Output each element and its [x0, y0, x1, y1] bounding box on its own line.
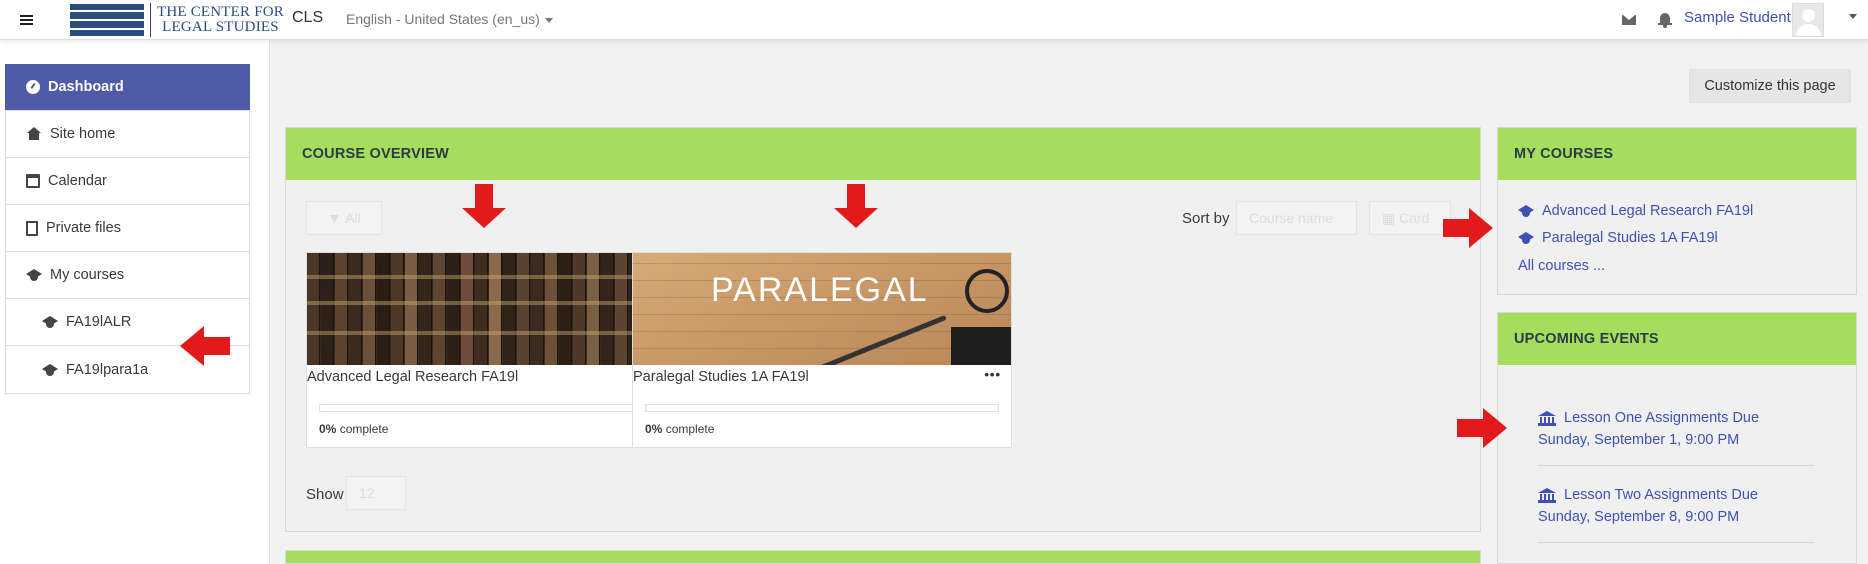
menu-toggle-button[interactable] — [0, 0, 52, 40]
sidebar-item-label: My courses — [50, 267, 125, 283]
my-course-link[interactable]: Paralegal Studies 1A FA19l — [1518, 230, 1718, 246]
avatar[interactable] — [1792, 3, 1824, 37]
progress-text: 0% complete — [319, 422, 388, 436]
sort-dropdown[interactable]: Course name — [1236, 201, 1357, 235]
annotation-arrow-down-icon — [834, 184, 878, 228]
course-card[interactable]: PARALEGAL Paralegal Studies 1A FA19l •••… — [632, 252, 1012, 448]
sidebar-item-calendar[interactable]: Calendar — [6, 158, 249, 205]
course-progress-bar — [319, 404, 673, 412]
filter-icon: ▼ — [327, 210, 346, 226]
sidebar-item-site-home[interactable]: Site home — [6, 111, 249, 158]
home-icon — [26, 127, 42, 141]
course-event-icon — [1538, 410, 1556, 426]
upcoming-events-block: UPCOMING EVENTS Lesson One Assignments D… — [1497, 312, 1857, 564]
course-card[interactable]: Advanced Legal Research FA19l ••• 0% com… — [306, 252, 686, 448]
graduation-cap-icon — [42, 315, 58, 329]
my-course-link-label: Paralegal Studies 1A FA19l — [1542, 230, 1718, 246]
course-filter-dropdown[interactable]: ▼ All — [306, 201, 382, 235]
block-title: UPCOMING EVENTS — [1498, 313, 1856, 365]
next-block-header — [285, 550, 1481, 564]
my-course-link-label: Advanced Legal Research FA19l — [1542, 203, 1754, 219]
graduation-cap-icon — [42, 363, 58, 377]
progress-suffix: complete — [665, 422, 715, 436]
logo-divider — [150, 3, 151, 37]
sidebar-item-my-courses[interactable]: My courses — [6, 252, 249, 299]
page-size-value: 12 — [359, 485, 375, 501]
more-actions-icon[interactable]: ••• — [984, 367, 1001, 382]
site-short-name[interactable]: CLS — [292, 9, 323, 27]
event-title-link[interactable]: Lesson Two Assignments Due — [1538, 484, 1814, 506]
page-size-dropdown[interactable]: 12 — [346, 476, 406, 510]
sidebar-item-label: Calendar — [48, 173, 107, 189]
block-title: MY COURSES — [1498, 128, 1856, 180]
show-label: Show — [306, 486, 344, 503]
annotation-arrow-right-icon — [1443, 208, 1493, 248]
hamburger-icon — [19, 15, 33, 25]
course-progress-bar — [645, 404, 999, 412]
notifications-bell-icon[interactable] — [1658, 12, 1672, 28]
progress-value: 0% — [645, 422, 663, 436]
view-mode-dropdown[interactable]: ▦ Card — [1369, 201, 1451, 235]
user-menu-chevron-icon[interactable] — [1849, 14, 1857, 19]
my-course-link[interactable]: Advanced Legal Research FA19l — [1518, 203, 1753, 219]
grid-icon: ▦ — [1382, 209, 1400, 226]
course-image[interactable]: PARALEGAL — [633, 253, 1011, 365]
sidebar-item-private-files[interactable]: Private files — [6, 205, 249, 252]
annotation-arrow-left-icon — [180, 326, 230, 366]
sort-value: Course name — [1249, 210, 1334, 226]
sidebar-item-dashboard[interactable]: Dashboard — [5, 64, 250, 111]
course-name-link[interactable]: Paralegal Studies 1A FA19l — [633, 369, 809, 385]
graduation-cap-icon — [26, 268, 42, 282]
sidebar-item-label: Site home — [50, 126, 116, 142]
all-courses-link[interactable]: All courses ... — [1518, 258, 1605, 274]
course-image[interactable] — [307, 253, 685, 365]
annotation-arrow-right-icon — [1457, 408, 1507, 448]
annotation-arrow-down-icon — [462, 184, 506, 228]
customize-page-button[interactable]: Customize this page — [1689, 69, 1851, 103]
event-item[interactable]: Lesson One Assignments Due Sunday, Septe… — [1538, 407, 1814, 451]
top-navbar: THE CENTER FOR LEGAL STUDIES CLS English… — [0, 0, 1868, 40]
user-menu-name[interactable]: Sample Student — [1684, 9, 1791, 26]
calendar-icon — [26, 174, 40, 188]
event-divider — [1538, 542, 1814, 543]
sidebar-item-label: FA19lALR — [66, 314, 132, 330]
sidebar-item-label: Dashboard — [48, 79, 124, 95]
block-title: COURSE OVERVIEW — [286, 128, 1480, 180]
sort-label: Sort by — [1182, 210, 1230, 227]
left-drawer: Dashboard Site home Calendar Private fil… — [0, 40, 270, 564]
event-title: Lesson One Assignments Due — [1564, 410, 1760, 426]
event-divider — [1538, 465, 1814, 466]
event-title: Lesson Two Assignments Due — [1564, 487, 1758, 503]
file-icon — [26, 220, 38, 236]
event-item[interactable]: Lesson Two Assignments Due Sunday, Septe… — [1538, 484, 1814, 528]
event-date[interactable]: Sunday, September 1, 9:00 PM — [1538, 429, 1814, 451]
progress-suffix: complete — [339, 422, 389, 436]
site-logo[interactable]: THE CENTER FOR LEGAL STUDIES — [70, 2, 284, 38]
logo-text: THE CENTER FOR LEGAL STUDIES — [157, 5, 284, 35]
progress-value: 0% — [319, 422, 337, 436]
my-courses-block: MY COURSES Advanced Legal Research FA19l… — [1497, 127, 1857, 295]
sidebar-item-label: Private files — [46, 220, 121, 236]
progress-text: 0% complete — [645, 422, 714, 436]
logo-line-2: LEGAL STUDIES — [162, 19, 279, 35]
messages-icon[interactable] — [1622, 15, 1636, 25]
logo-line-1: THE CENTER FOR — [157, 4, 284, 20]
filter-label: All — [345, 210, 361, 226]
course-name-link[interactable]: Advanced Legal Research FA19l — [307, 369, 518, 385]
sidebar-item-label: FA19lpara1a — [66, 361, 149, 378]
graduation-cap-icon — [1518, 204, 1534, 218]
language-menu[interactable]: English - United States (en_us) — [346, 11, 553, 27]
chevron-down-icon — [544, 17, 553, 23]
event-title-link[interactable]: Lesson One Assignments Due — [1538, 407, 1814, 429]
course-event-icon — [1538, 487, 1556, 503]
graduation-cap-icon — [1518, 231, 1534, 245]
logo-stripes-icon — [70, 3, 144, 37]
language-label: English - United States (en_us) — [346, 11, 540, 27]
event-date[interactable]: Sunday, September 8, 9:00 PM — [1538, 506, 1814, 528]
dashboard-icon — [26, 80, 40, 94]
view-value: Card — [1399, 210, 1430, 226]
course-image-text: PARALEGAL — [711, 271, 929, 309]
